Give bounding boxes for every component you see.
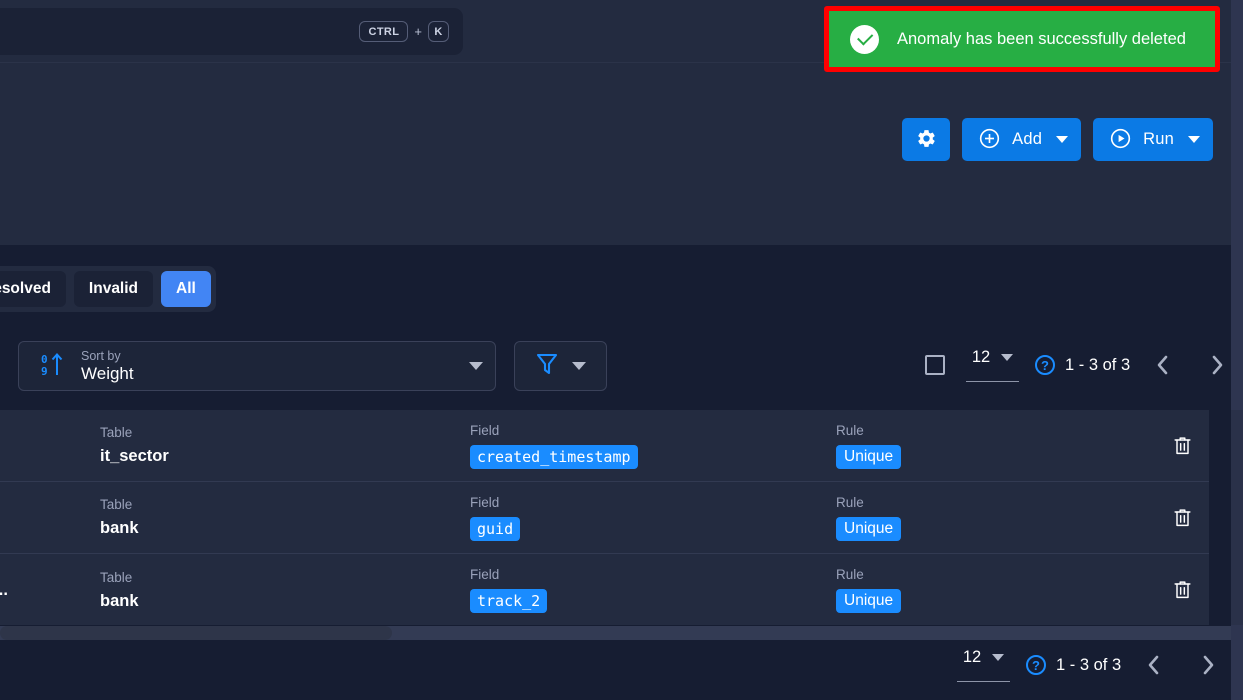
play-circle-icon [1109, 127, 1132, 153]
settings-button[interactable] [902, 118, 951, 161]
column-label-field: Field [470, 567, 500, 582]
page-size-select-top[interactable]: 12 [966, 348, 1019, 382]
pagination-range-bottom: 1 - 3 of 3 [1056, 655, 1122, 674]
plus-circle-icon [978, 127, 1001, 153]
row-rule-chip[interactable]: Unique [836, 589, 902, 613]
success-toast[interactable]: Anomaly has been successfully deleted [829, 11, 1215, 67]
delete-row-button[interactable] [1172, 435, 1193, 457]
sort-by-caption: Sort by [81, 348, 121, 363]
page-size-underline [957, 681, 1010, 682]
column-label-rule: Rule [836, 494, 864, 510]
search-shortcut-hint: CTRL + K [359, 21, 449, 42]
page-size-value: 12 [971, 348, 991, 366]
funnel-icon [535, 351, 559, 382]
column-label-table: Table [100, 497, 133, 512]
chevron-down-icon[interactable] [1188, 136, 1200, 143]
cell-rule: Rule Unique [836, 567, 902, 613]
row-description: ed valu... [0, 436, 1, 455]
tab-resolved[interactable]: Resolved [0, 271, 66, 307]
cell-table: Table bank [100, 497, 139, 538]
column-label-field: Field [470, 422, 500, 438]
pagination-bottom: 12 ? 1 - 3 of 3 [957, 648, 1223, 682]
shortcut-plus-sign: + [414, 24, 422, 39]
check-circle-icon [850, 24, 879, 54]
previous-page-button-top[interactable] [1147, 350, 1177, 380]
next-page-button-top[interactable] [1202, 350, 1232, 380]
chevron-down-icon [1001, 354, 1014, 361]
toast-highlight-box: Anomaly has been successfully deleted [824, 6, 1220, 72]
global-search-input[interactable]: astores, containers and fields CTRL + K [0, 8, 463, 55]
cell-field: Field track_2 [470, 567, 548, 613]
search-placeholder-text: astores, containers and fields [0, 23, 359, 41]
shortcut-k-key: K [428, 21, 449, 42]
status-filter-tabs: Resolved Invalid All [0, 266, 216, 312]
column-label-rule: Rule [836, 567, 864, 582]
row-field-chip[interactable]: track_2 [470, 589, 548, 613]
anomalies-table: ed valu... Table it_sector Field created… [0, 410, 1209, 625]
table-horizontal-scrollbar-thumb[interactable] [0, 626, 392, 640]
delete-row-button[interactable] [1172, 507, 1193, 529]
pagination-range-top: 1 - 3 of 3 [1065, 355, 1131, 374]
help-icon[interactable]: ? [1026, 655, 1046, 675]
column-label-field: Field [470, 494, 500, 510]
toast-message: Anomaly has been successfully deleted [897, 29, 1186, 48]
table-vertical-scrollbar[interactable] [1231, 410, 1243, 625]
table-row[interactable]: e not un... Table bank Field track_2 Rul… [0, 554, 1209, 625]
page-size-value: 12 [962, 648, 982, 666]
column-label-rule: Rule [836, 422, 864, 438]
gear-icon [916, 128, 937, 152]
row-field-chip[interactable]: guid [470, 516, 521, 541]
page-size-select-bottom[interactable]: 12 [957, 648, 1010, 682]
page-size-underline [966, 381, 1019, 382]
add-button[interactable]: Add [962, 118, 1082, 161]
cell-table: Table bank [100, 570, 139, 611]
cell-field: Field guid [470, 494, 521, 541]
table-row[interactable]: t unique Table bank Field guid Rule Uniq… [0, 482, 1209, 554]
tab-all[interactable]: All [161, 271, 211, 307]
sort-ascending-numeric-icon: 0 9 [39, 350, 67, 383]
help-icon[interactable]: ? [1035, 355, 1055, 375]
app-root: astores, containers and fields CTRL + K … [0, 0, 1243, 700]
select-all-checkbox[interactable] [925, 355, 945, 375]
cell-table: Table it_sector [100, 425, 169, 466]
delete-row-button[interactable] [1172, 579, 1193, 601]
cell-field: Field created_timestamp [470, 423, 638, 469]
page-size-row: 12 [971, 348, 1014, 367]
row-description: e not un... [0, 580, 8, 599]
chevron-down-icon[interactable] [572, 362, 586, 370]
row-rule-chip[interactable]: Unique [836, 516, 902, 541]
svg-text:9: 9 [41, 365, 48, 378]
table-row[interactable]: ed valu... Table it_sector Field created… [0, 410, 1209, 482]
sort-by-texts: Sort by Weight [81, 349, 469, 384]
row-field-chip[interactable]: created_timestamp [470, 444, 638, 469]
run-button-label: Run [1143, 130, 1174, 148]
row-table-value: bank [100, 591, 139, 610]
shortcut-ctrl-key: CTRL [359, 21, 409, 42]
tab-invalid[interactable]: Invalid [73, 271, 154, 307]
sort-by-value: Weight [81, 363, 134, 383]
action-button-group: Add Run [902, 118, 1213, 161]
chevron-down-icon[interactable] [469, 362, 483, 370]
sort-by-select[interactable]: 0 9 Sort by Weight [18, 341, 496, 391]
row-rule-chip[interactable]: Unique [836, 444, 902, 469]
run-button[interactable]: Run [1093, 118, 1213, 161]
pagination-top: 12 ? 1 - 3 of 3 [925, 348, 1232, 382]
row-table-value: it_sector [100, 447, 169, 465]
chevron-down-icon [992, 654, 1005, 661]
column-label-table: Table [100, 425, 133, 440]
previous-page-button-bottom[interactable] [1138, 650, 1168, 680]
cell-description: ed valu... [0, 436, 1, 455]
add-button-label: Add [1012, 130, 1043, 148]
page-size-row: 12 [962, 648, 1005, 667]
cell-rule: Rule Unique [836, 422, 902, 469]
cell-description: e not un... [0, 581, 8, 600]
column-label-table: Table [100, 569, 133, 585]
row-table-value: bank [100, 519, 139, 537]
cell-rule: Rule Unique [836, 494, 902, 541]
next-page-button-bottom[interactable] [1193, 650, 1223, 680]
filter-button[interactable] [514, 341, 607, 391]
chevron-down-icon[interactable] [1056, 136, 1069, 143]
